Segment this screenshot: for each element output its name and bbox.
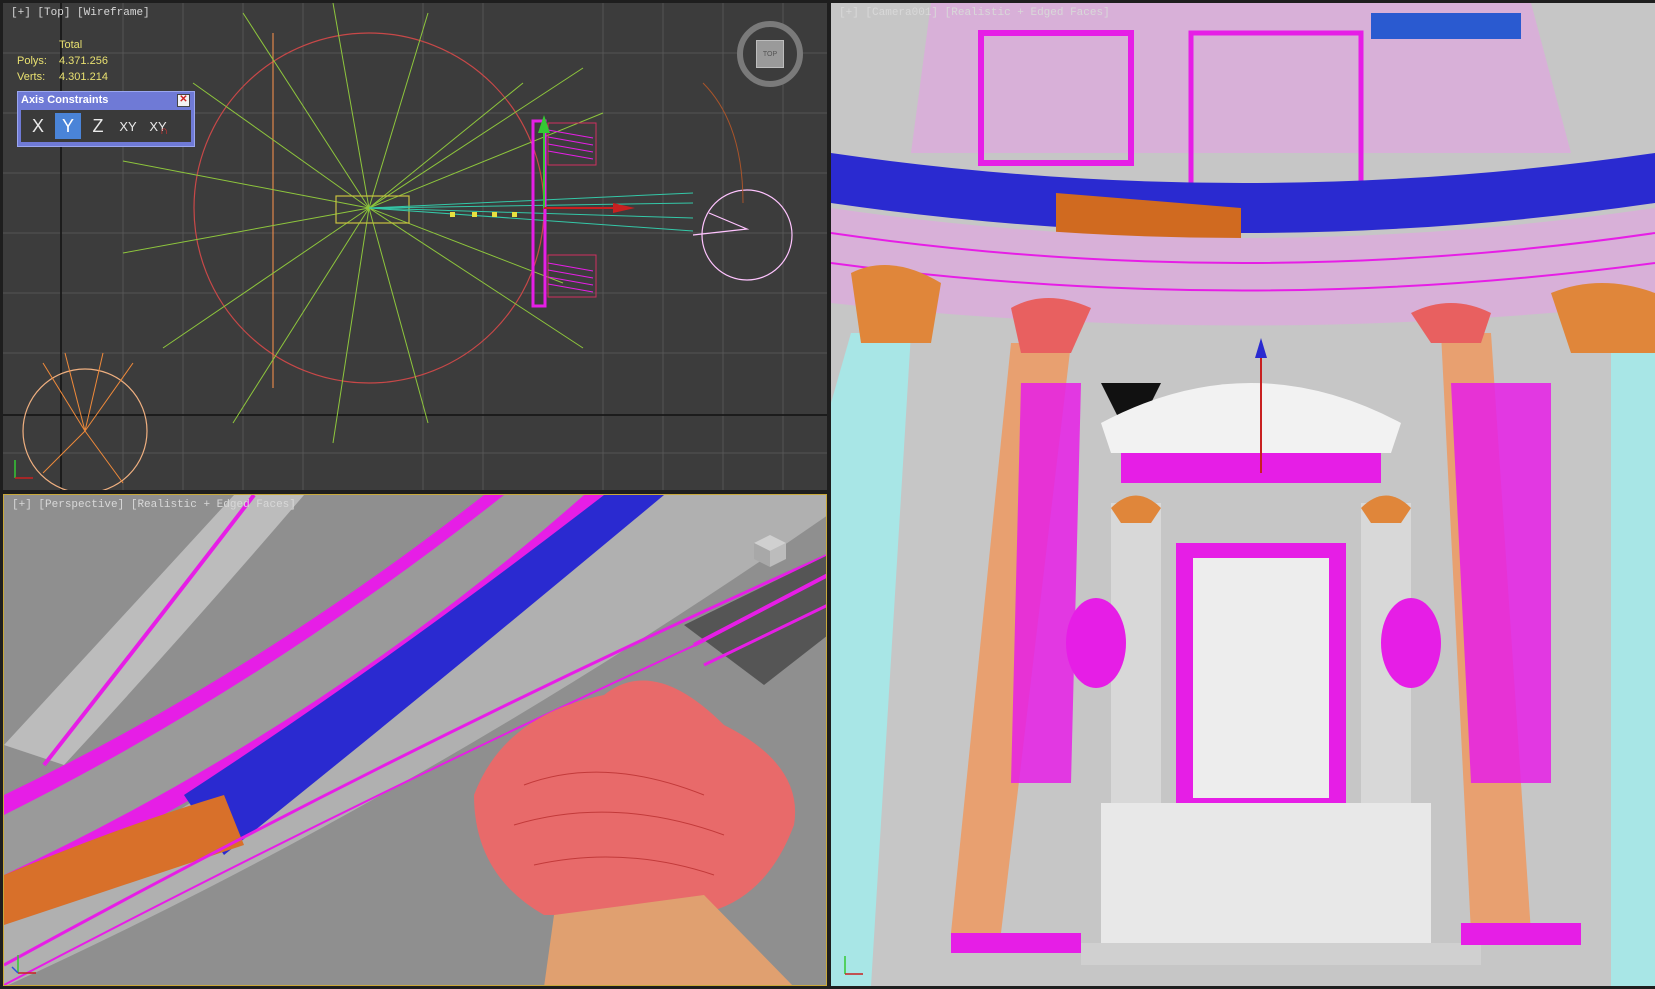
axis-constraints-title: Axis Constraints xyxy=(21,94,109,106)
perspective-view-scene xyxy=(4,495,826,985)
viewport-shading-label[interactable]: [Realistic + Edged Faces] xyxy=(945,7,1110,19)
viewport-perspective[interactable]: [+] [Perspective] [Realistic + Edged Fac… xyxy=(3,494,827,986)
viewport-view-label[interactable]: [Perspective] xyxy=(38,499,124,511)
viewport-camera[interactable]: [+] [Camera001] [Realistic + Edged Faces… xyxy=(831,3,1655,986)
axis-xy-snap-button[interactable]: XY ∩ xyxy=(145,113,171,139)
axis-tripod-icon xyxy=(14,460,33,479)
viewport-shading-label[interactable]: [Wireframe] xyxy=(77,7,150,19)
viewport-menu-button[interactable]: [+] xyxy=(11,7,31,19)
axis-xy-button[interactable]: XY xyxy=(115,113,141,139)
axis-z-button[interactable]: Z xyxy=(85,113,111,139)
magnet-icon: ∩ xyxy=(160,125,168,137)
viewport-view-label[interactable]: [Top] xyxy=(37,7,70,19)
close-icon[interactable]: ✕ xyxy=(177,94,190,107)
viewcube-icon[interactable]: TOP xyxy=(737,21,803,87)
axis-constraints-toolbar[interactable]: Axis Constraints ✕ X Y Z XY XY ∩ xyxy=(17,91,195,147)
viewcube-top-face[interactable]: TOP xyxy=(756,40,784,68)
axis-tripod-icon xyxy=(844,956,863,975)
viewport-menu-button[interactable]: [+] xyxy=(12,499,32,511)
axis-y-button[interactable]: Y xyxy=(55,113,81,139)
viewport-menu-button[interactable]: [+] xyxy=(839,7,859,19)
stats-verts-value: 4.301.214 xyxy=(59,71,108,83)
viewport-label-top[interactable]: [+] [Top] [Wireframe] xyxy=(11,7,150,19)
stats-polys-value: 4.371.256 xyxy=(59,55,108,67)
viewport-label-perspective[interactable]: [+] [Perspective] [Realistic + Edged Fac… xyxy=(12,499,296,511)
top-view-scene xyxy=(3,3,827,490)
viewport-top[interactable]: [+] [Top] [Wireframe] Total Polys: 4.371… xyxy=(3,3,827,490)
axis-tripod-icon xyxy=(11,955,36,974)
stats-verts-label: Verts: xyxy=(17,71,46,83)
axis-constraints-titlebar[interactable]: Axis Constraints ✕ xyxy=(18,92,194,108)
viewport-label-camera[interactable]: [+] [Camera001] [Realistic + Edged Faces… xyxy=(839,7,1110,19)
viewcube-icon[interactable] xyxy=(752,533,788,569)
viewport-shading-label[interactable]: [Realistic + Edged Faces] xyxy=(131,499,296,511)
stats-total-label: Total xyxy=(59,39,83,51)
viewport-view-label[interactable]: [Camera001] xyxy=(865,7,938,19)
axis-constraints-buttons: X Y Z XY XY ∩ xyxy=(21,110,191,142)
stats-polys-label: Polys: xyxy=(17,55,47,67)
axis-x-button[interactable]: X xyxy=(25,113,51,139)
scene-statistics: Total Polys: 4.371.256 Verts: 4.301.214 xyxy=(17,37,108,85)
camera-view-scene xyxy=(831,3,1655,986)
